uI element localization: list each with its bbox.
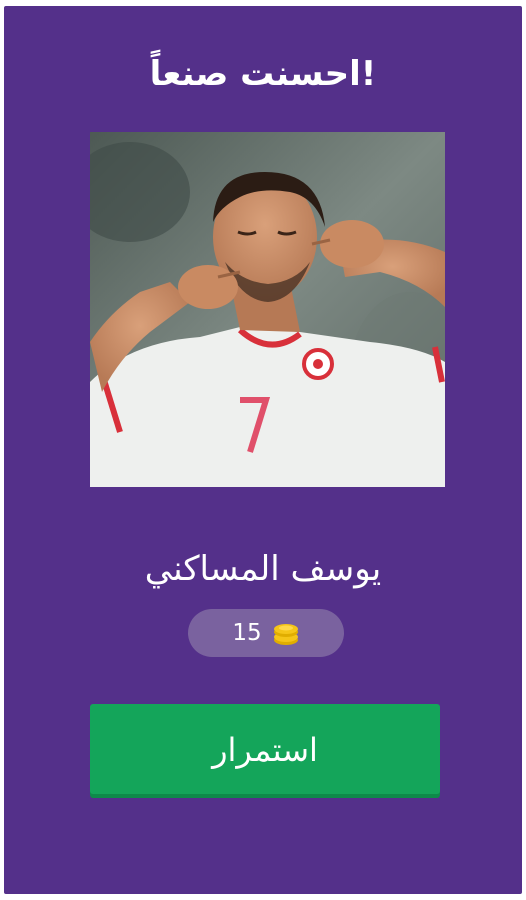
continue-button[interactable]: استمرار: [90, 704, 440, 794]
player-name: يوسف المساكني: [144, 549, 382, 589]
coins-count: 15: [232, 620, 262, 646]
level-complete-screen: !احسنت صنعاً يوسف المساكني 15 استمرار: [4, 6, 522, 894]
coins-reward-badge: 15: [188, 609, 344, 657]
player-photo-illustration: [90, 132, 445, 487]
coins-stack-icon: [272, 620, 300, 646]
success-title: !احسنت صنعاً: [149, 54, 377, 94]
player-photo: [90, 132, 445, 487]
